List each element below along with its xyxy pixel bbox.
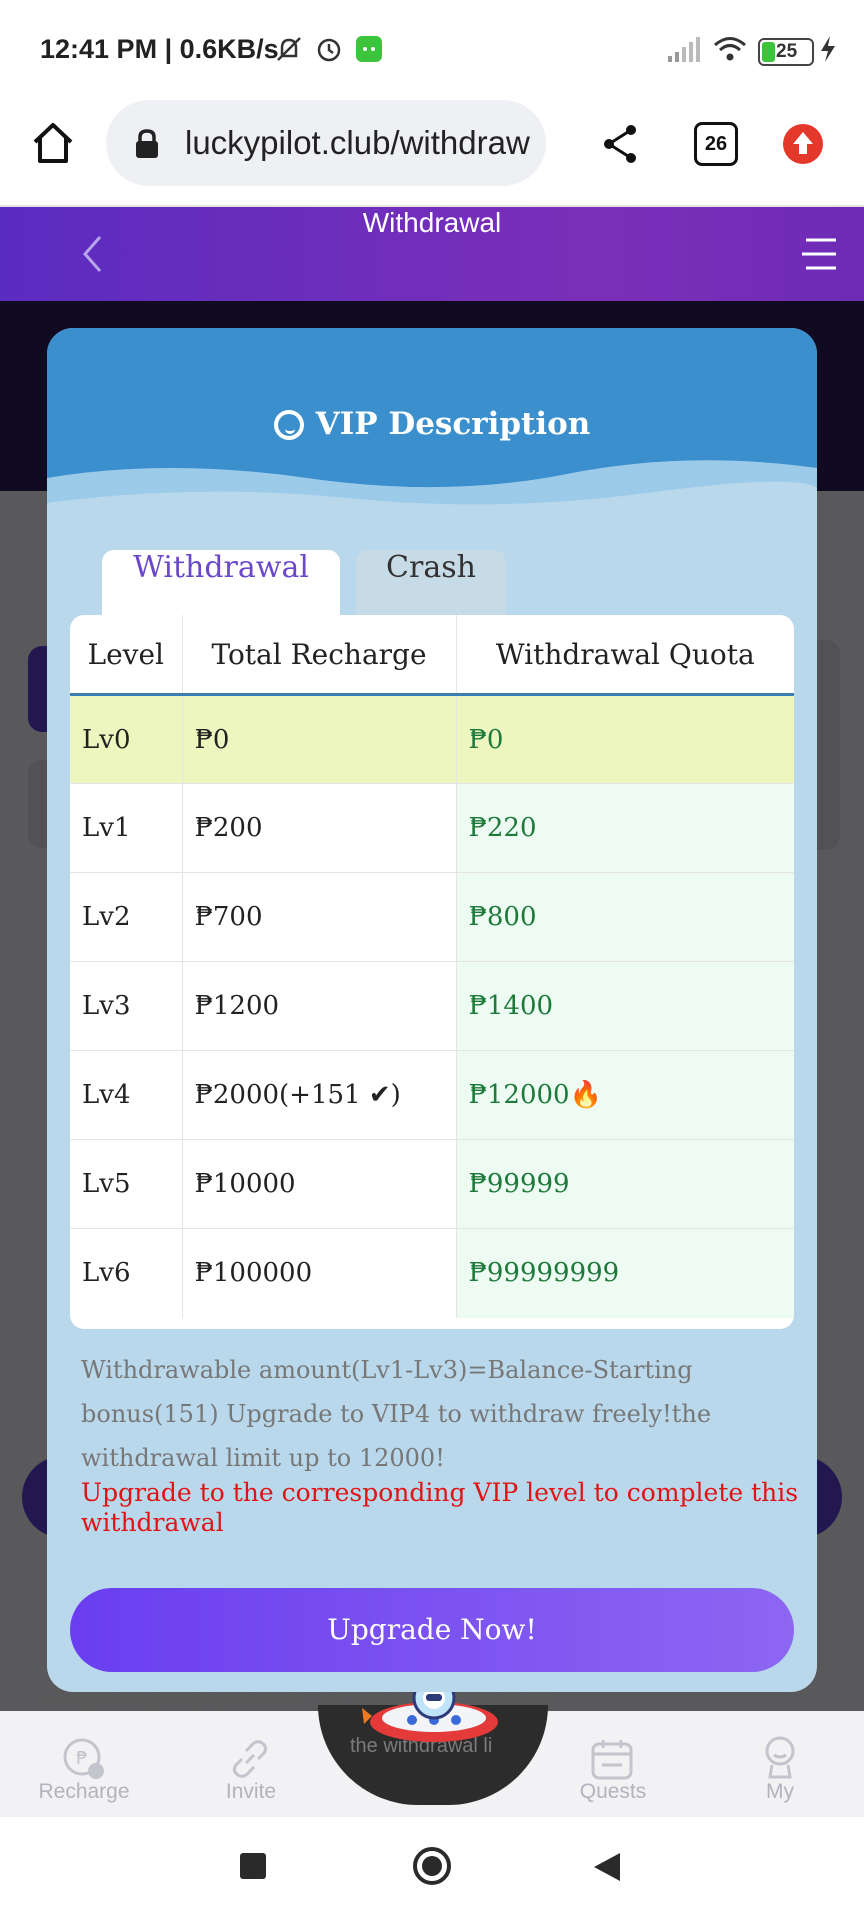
level-cell: Lv3: [70, 961, 183, 1051]
tab-count-button[interactable]: 26: [694, 122, 738, 166]
upgrade-now-button[interactable]: Upgrade Now!: [70, 1588, 794, 1672]
tab-withdrawal[interactable]: Withdrawal: [102, 550, 340, 616]
level-cell: Lv0: [70, 694, 183, 784]
level-cell: Lv1: [70, 783, 183, 873]
lock-icon: [136, 129, 158, 158]
nav-recharge-label[interactable]: Recharge: [14, 1780, 154, 1804]
wave-decoration: [47, 460, 817, 528]
level-cell: Lv4: [70, 1050, 183, 1140]
recents-icon[interactable]: [240, 1853, 266, 1879]
calendar-icon[interactable]: [590, 1737, 634, 1781]
column-header-level: Level: [70, 615, 183, 696]
quota-cell: ₱0: [456, 694, 794, 784]
app-notification-icon: [356, 36, 382, 62]
mute-notification-icon: [277, 37, 301, 61]
level-cell: Lv2: [70, 872, 183, 962]
recharge-icon[interactable]: ₱: [62, 1737, 106, 1781]
back-nav-icon[interactable]: [592, 1851, 622, 1883]
url-text[interactable]: luckypilot.club/withdrawal: [185, 124, 530, 162]
share-icon[interactable]: [600, 122, 640, 166]
wifi-icon: [714, 37, 746, 61]
quota-cell: ₱1400: [456, 961, 794, 1051]
quota-cell: ₱99999: [456, 1139, 794, 1229]
recharge-cell: ₱700: [182, 872, 457, 962]
quota-cell: ₱12000🔥: [456, 1050, 794, 1140]
battery-icon: 25: [758, 38, 814, 66]
table-header-row: Level Total Recharge Withdrawal Quota: [70, 615, 794, 696]
system-nav-bar: [0, 1817, 864, 1920]
home-nav-icon[interactable]: [413, 1847, 451, 1885]
recharge-cell: ₱0: [182, 694, 457, 784]
tab-crash[interactable]: Crash: [356, 550, 506, 616]
quota-cell: ₱220: [456, 783, 794, 873]
alarm-icon: [317, 38, 341, 62]
signal-icon: [668, 37, 700, 62]
vip-table: Level Total Recharge Withdrawal Quota Lv…: [70, 615, 794, 1329]
recharge-cell: ₱10000: [182, 1139, 457, 1229]
upgrade-warning: Upgrade to the corresponding VIP level t…: [81, 1478, 799, 1537]
nav-my-label[interactable]: My: [710, 1780, 850, 1804]
table-row: Lv3 ₱1200 ₱1400: [70, 961, 794, 1051]
recharge-cell: ₱1200: [182, 961, 457, 1051]
table-row: Lv6 ₱100000 ₱99999999: [70, 1228, 794, 1318]
menu-icon[interactable]: [800, 236, 838, 272]
quota-cell: ₱99999999: [456, 1228, 794, 1318]
nav-quests-label[interactable]: Quests: [543, 1780, 683, 1804]
status-time: 12:41 PM | 0.6KB/s: [40, 34, 279, 64]
withdrawal-note: Withdrawable amount(Lv1-Lv3)=Balance-Sta…: [81, 1356, 712, 1472]
column-header-recharge: Total Recharge: [182, 615, 457, 696]
status-bar: 12:41 PM | 0.6KB/s 25: [0, 0, 864, 100]
modal-title: VIP Description: [47, 406, 817, 442]
charging-icon: [821, 36, 835, 62]
recharge-cell: ₱200: [182, 783, 457, 873]
recharge-cell: ₱2000(+151 ✔): [182, 1050, 457, 1140]
table-row: Lv1 ₱200 ₱220: [70, 783, 794, 873]
page-title: Withdrawal: [362, 207, 502, 238]
table-row: Lv0 ₱0 ₱0: [70, 694, 794, 784]
info-bubble-icon: [273, 410, 304, 440]
vip-description-modal: VIP Description Withdrawal Crash Level T…: [47, 328, 817, 1692]
level-cell: Lv6: [70, 1228, 183, 1318]
recharge-cell: ₱100000: [182, 1228, 457, 1318]
table-row: Lv2 ₱700 ₱800: [70, 872, 794, 962]
nav-invite-label[interactable]: Invite: [181, 1780, 321, 1804]
quota-cell: ₱800: [456, 872, 794, 962]
update-icon[interactable]: [782, 123, 824, 165]
home-icon[interactable]: [30, 120, 76, 166]
table-row: Lv4 ₱2000(+151 ✔) ₱12000🔥: [70, 1050, 794, 1140]
svg-text:₱: ₱: [76, 1748, 87, 1769]
table-row: Lv5 ₱10000 ₱99999: [70, 1139, 794, 1229]
profile-icon[interactable]: [760, 1735, 800, 1783]
level-cell: Lv5: [70, 1139, 183, 1229]
link-icon[interactable]: [228, 1737, 272, 1781]
column-header-quota: Withdrawal Quota: [456, 615, 794, 696]
